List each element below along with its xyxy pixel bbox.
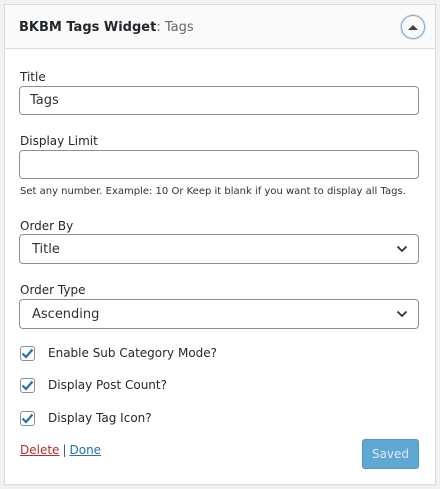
post-count-checkbox[interactable] <box>20 377 35 393</box>
tag-icon-option[interactable]: Display Tag Icon? <box>20 409 152 427</box>
checkmark-icon <box>21 380 34 391</box>
order-type-label: Order Type <box>20 283 86 297</box>
display-limit-label: Display Limit <box>20 134 98 148</box>
post-count-label: Display Post Count? <box>48 378 167 392</box>
order-by-select[interactable]: Title <box>19 234 419 264</box>
chevron-down-icon <box>396 310 408 318</box>
order-by-label: Order By <box>20 219 74 233</box>
order-by-value: Title <box>32 242 60 257</box>
checkmark-icon <box>21 348 34 359</box>
collapse-toggle-button[interactable] <box>401 15 425 39</box>
display-limit-help: Set any number. Example: 10 Or Keep it b… <box>20 186 406 197</box>
sub-category-mode-label: Enable Sub Category Mode? <box>48 346 218 360</box>
widget-actions: Delete | Done <box>20 442 101 458</box>
chevron-up-icon <box>408 25 418 30</box>
action-separator: | <box>62 443 67 457</box>
post-count-option[interactable]: Display Post Count? <box>20 376 167 394</box>
delete-link[interactable]: Delete <box>20 443 59 457</box>
saved-button[interactable]: Saved <box>362 439 419 469</box>
sub-category-mode-option[interactable]: Enable Sub Category Mode? <box>20 344 217 362</box>
tag-icon-label: Display Tag Icon? <box>48 411 152 425</box>
title-input[interactable] <box>19 86 419 115</box>
checkmark-icon <box>21 413 34 424</box>
widget-name: BKBM Tags Widget <box>19 20 157 35</box>
widget-title-suffix: : Tags <box>156 20 194 35</box>
chevron-down-icon <box>396 245 408 253</box>
widget-header[interactable]: BKBM Tags Widget: Tags <box>5 5 435 49</box>
done-link[interactable]: Done <box>69 443 101 457</box>
order-type-select[interactable]: Ascending <box>19 299 419 329</box>
widget-panel: BKBM Tags Widget: Tags Title Display Lim… <box>4 4 436 485</box>
display-limit-input[interactable] <box>19 150 419 179</box>
widget-title: BKBM Tags Widget: Tags <box>19 19 194 37</box>
order-type-value: Ascending <box>32 307 100 322</box>
sub-category-mode-checkbox[interactable] <box>20 345 35 361</box>
title-label: Title <box>20 70 46 84</box>
tag-icon-checkbox[interactable] <box>20 410 35 426</box>
